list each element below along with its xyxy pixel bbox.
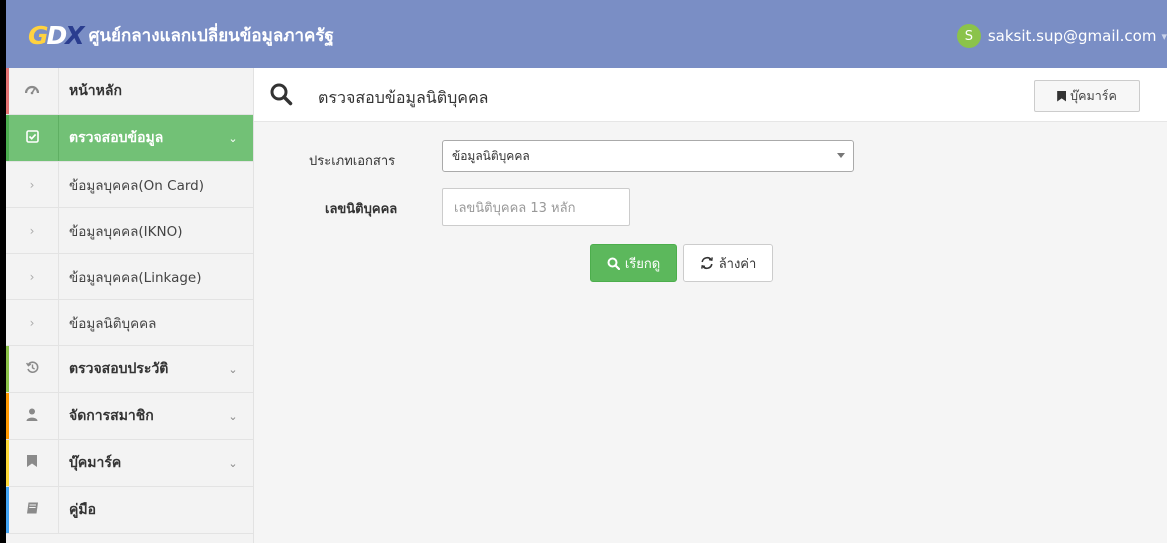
- bookmark-icon: [6, 455, 58, 471]
- search-button[interactable]: เรียกดู: [590, 244, 677, 282]
- search-icon: [607, 257, 620, 270]
- app-frame: GDX ศูนย์กลางแลกเปลี่ยนข้อมูลภาครัฐ S sa…: [6, 0, 1167, 543]
- sidebar: หน้าหลัก ตรวจสอบข้อมูล ⌄ › ข้อมูลบุคคล(O…: [6, 68, 254, 543]
- sidebar-item-label: ข้อมูลบุคคล(Linkage): [69, 269, 202, 286]
- sidebar-accent: [6, 68, 9, 114]
- divider: [58, 440, 59, 486]
- chevron-right-icon: ›: [29, 315, 35, 330]
- sidebar-item-bookmarks[interactable]: บุ๊คมาร์ค ⌄: [6, 440, 253, 487]
- sidebar-subitem-juristic[interactable]: › ข้อมูลนิติบุคคล: [6, 300, 253, 346]
- search-button-label: เรียกดู: [624, 256, 661, 272]
- sidebar-item-label: ตรวจสอบข้อมูล: [69, 130, 164, 146]
- chevron-down-icon: ⌄: [228, 409, 238, 423]
- sidebar-item-history[interactable]: ตรวจสอบประวัติ ⌄: [6, 346, 253, 393]
- divider: [58, 115, 59, 161]
- logo[interactable]: GDX ศูนย์กลางแลกเปลี่ยนข้อมูลภาครัฐ: [28, 20, 334, 50]
- sidebar-item-members[interactable]: จัดการสมาชิก ⌄: [6, 393, 253, 440]
- sidebar-item-label: บุ๊คมาร์ค: [69, 455, 122, 471]
- sidebar-item-label: หน้าหลัก: [69, 83, 122, 99]
- history-icon: [6, 360, 58, 378]
- clear-button[interactable]: ล้างค่า: [683, 244, 773, 282]
- logo-text: ศูนย์กลางแลกเปลี่ยนข้อมูลภาครัฐ: [88, 25, 334, 46]
- sidebar-item-label: จัดการสมาชิก: [69, 408, 154, 424]
- chevron-right-icon: ›: [29, 177, 35, 192]
- page-header: ตรวจสอบข้อมูลนิติบุคคล บุ๊คมาร์ค: [254, 68, 1167, 122]
- sidebar-accent: [6, 115, 9, 161]
- top-bar: GDX ศูนย์กลางแลกเปลี่ยนข้อมูลภาครัฐ S sa…: [6, 0, 1167, 68]
- sidebar-item-check-data[interactable]: ตรวจสอบข้อมูล ⌄: [6, 115, 253, 162]
- sidebar-item-label: ข้อมูลบุคคล(On Card): [69, 177, 204, 194]
- bookmark-button-label: บุ๊คมาร์ค: [1070, 88, 1117, 103]
- doc-type-select[interactable]: ข้อมูลนิติบุคคล: [442, 140, 854, 172]
- clear-button-label: ล้างค่า: [718, 256, 757, 272]
- doc-type-value: ข้อมูลนิติบุคคล: [452, 148, 530, 163]
- chevron-right-icon: ›: [29, 269, 35, 284]
- sidebar-accent: [6, 487, 9, 533]
- divider: [58, 254, 59, 299]
- chevron-right-icon: ›: [29, 223, 35, 238]
- sidebar-subitem-linkage[interactable]: › ข้อมูลบุคคล(Linkage): [6, 254, 253, 300]
- user-icon: [6, 408, 58, 425]
- bookmark-icon: [1057, 90, 1067, 102]
- book-icon: [6, 502, 58, 518]
- avatar: S: [956, 24, 981, 48]
- sidebar-item-label: คู่มือ: [69, 502, 97, 518]
- bookmark-button[interactable]: บุ๊คมาร์ค: [1034, 80, 1140, 112]
- juristic-id-input[interactable]: เลขนิติบุคคล 13 หลัก: [442, 188, 630, 226]
- sidebar-item-label: ข้อมูลบุคคล(IKNO): [69, 223, 183, 240]
- divider: [58, 162, 59, 207]
- search-icon: [269, 82, 293, 106]
- sidebar-accent: [6, 393, 9, 439]
- sidebar-item-label: ตรวจสอบประวัติ: [69, 361, 169, 377]
- sidebar-subitem-on-card[interactable]: › ข้อมูลบุคคล(On Card): [6, 162, 253, 208]
- chevron-down-icon: ▾: [1161, 29, 1167, 43]
- juristic-id-placeholder: เลขนิติบุคคล 13 หลัก: [454, 200, 576, 216]
- dashboard-icon: [6, 83, 58, 99]
- sidebar-item-home[interactable]: หน้าหลัก: [6, 68, 253, 115]
- sidebar-item-label: ข้อมูลนิติบุคคล: [69, 315, 157, 332]
- dropdown-caret-icon: [837, 153, 845, 158]
- check-square-icon: [6, 129, 58, 147]
- gdx-logo-mark: GDX: [28, 20, 85, 50]
- divider: [58, 68, 59, 114]
- divider: [58, 487, 59, 533]
- main-content: ตรวจสอบข้อมูลนิติบุคคล บุ๊คมาร์ค ประเภทเ…: [254, 68, 1167, 543]
- page-title: ตรวจสอบข้อมูลนิติบุคคล: [318, 88, 489, 107]
- divider: [58, 208, 59, 253]
- sidebar-accent: [6, 346, 9, 392]
- divider: [58, 300, 59, 345]
- user-email: saksit.sup@gmail.com: [987, 27, 1157, 45]
- sidebar-item-manual[interactable]: คู่มือ: [6, 487, 253, 534]
- divider: [58, 393, 59, 439]
- sidebar-accent: [6, 440, 9, 486]
- juristic-id-label: เลขนิติบุคคล: [325, 202, 398, 217]
- refresh-icon: [700, 256, 713, 270]
- sidebar-subitem-ikno[interactable]: › ข้อมูลบุคคล(IKNO): [6, 208, 253, 254]
- chevron-down-icon: ⌄: [228, 131, 238, 145]
- chevron-down-icon: ⌄: [228, 456, 238, 470]
- divider: [58, 346, 59, 392]
- user-menu[interactable]: S saksit.sup@gmail.com ▾: [956, 24, 1167, 48]
- chevron-down-icon: ⌄: [228, 362, 238, 376]
- doc-type-label: ประเภทเอกสาร: [309, 154, 396, 169]
